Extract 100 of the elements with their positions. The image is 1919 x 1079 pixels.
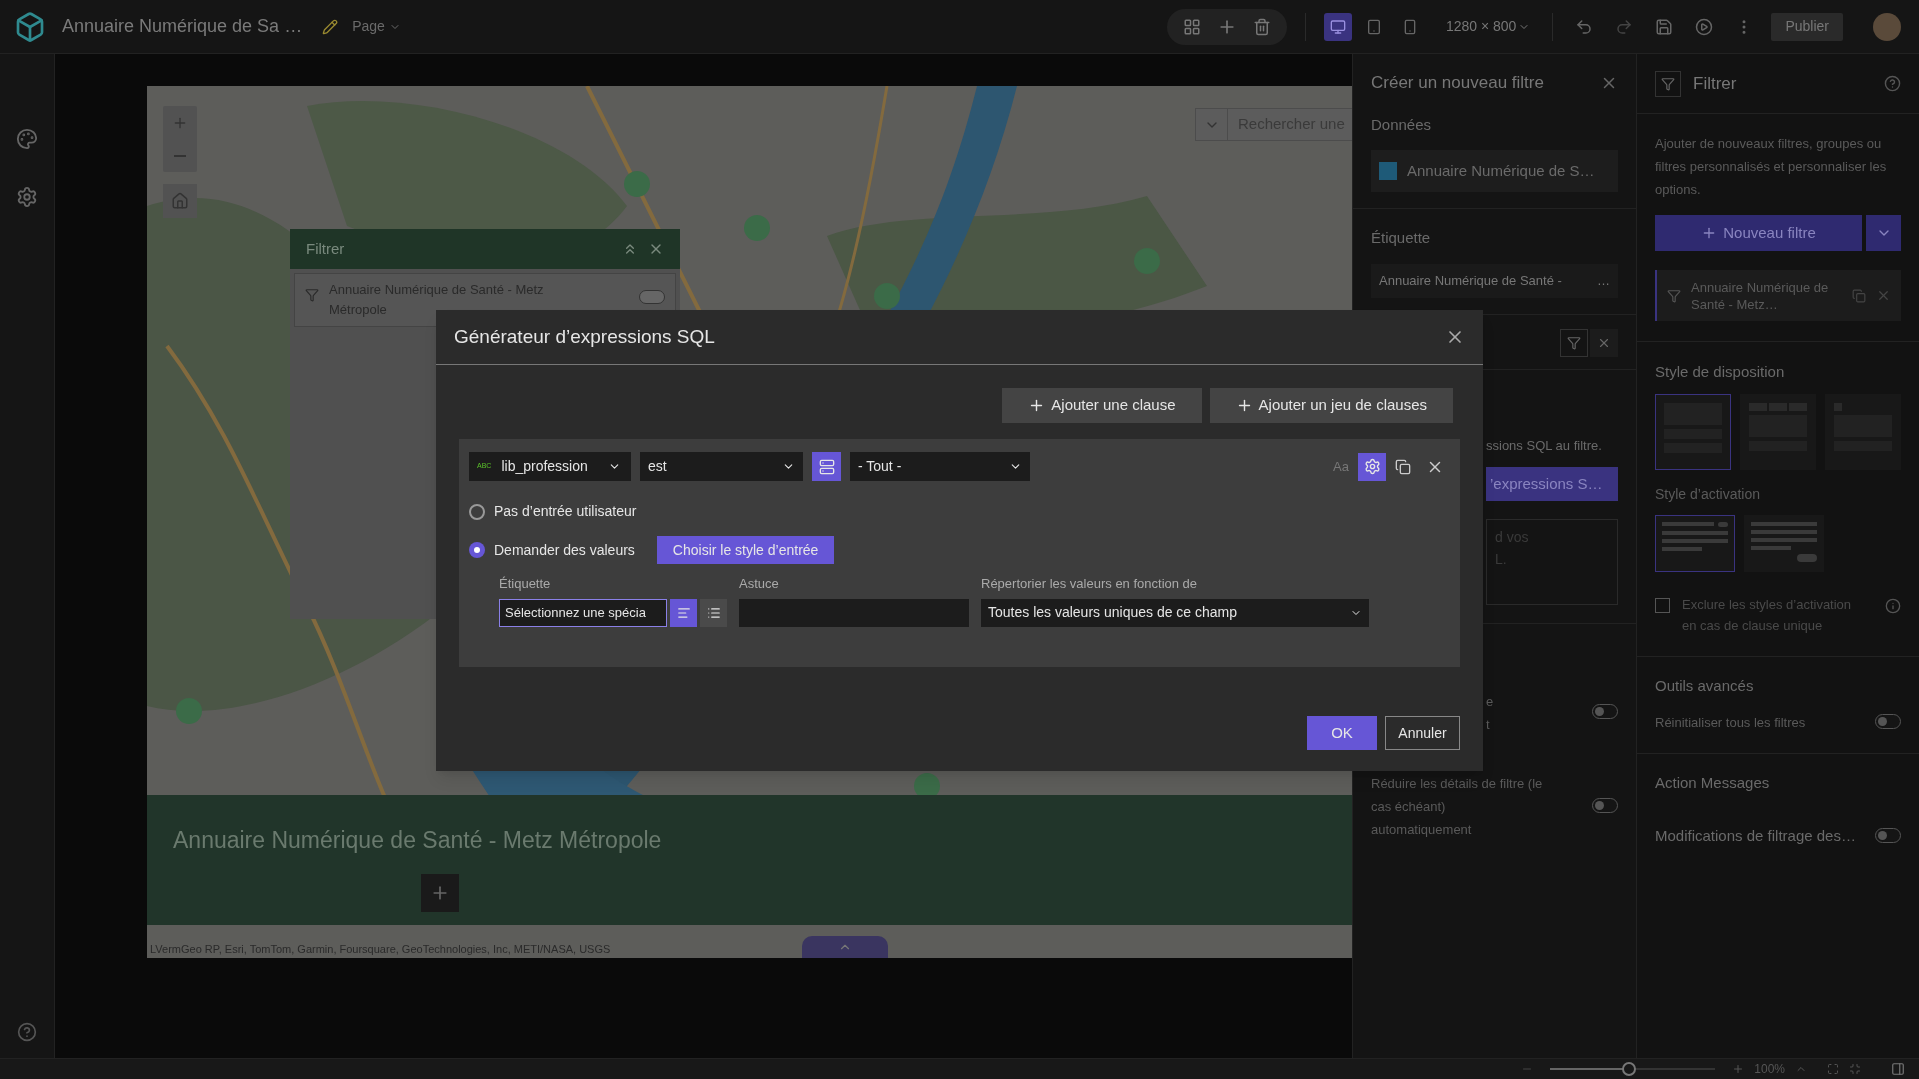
add-clause-button[interactable]: Ajouter une clause <box>1002 388 1202 423</box>
dropdown-button[interactable] <box>1866 215 1901 251</box>
value-select[interactable]: - Tout - <box>850 452 1030 481</box>
list-icon <box>706 605 721 620</box>
section-heading: Style de disposition <box>1654 362 1786 382</box>
fit-icon[interactable] <box>1827 1063 1839 1075</box>
operator-select[interactable]: est <box>640 452 803 481</box>
filter-label: Annuaire Numérique de Santé - Metz… <box>1691 278 1830 313</box>
toggle-label: t <box>1486 716 1491 734</box>
toggle-switch[interactable] <box>1592 797 1618 813</box>
field-label: Astuce <box>739 575 780 593</box>
cancel-button[interactable]: Annuler <box>1385 716 1460 750</box>
page-title: Annuaire Numérique de Santé - Metz Métropole <box>173 826 663 855</box>
radio-label: Pas d’entrée utilisateur <box>494 502 637 521</box>
label-field[interactable]: Annuaire Numérique de Santé - … <box>1371 263 1618 298</box>
funnel-icon <box>1661 76 1675 91</box>
undo-icon[interactable] <box>1575 17 1594 36</box>
input-style-button[interactable]: Choisir le style d’entrée <box>656 536 835 564</box>
checkbox[interactable] <box>1655 597 1670 613</box>
home-icon <box>171 192 189 210</box>
toggle-label: Réduire les détails de filtre (le <box>1371 775 1543 793</box>
radio-label: Demander des valeurs <box>494 540 635 560</box>
value-source-button[interactable] <box>812 452 841 481</box>
section-heading: Action Messages <box>1654 773 1771 793</box>
trash-icon[interactable] <box>1252 17 1271 36</box>
palette-icon[interactable] <box>16 128 38 150</box>
align-style-button[interactable] <box>670 598 697 627</box>
setting-label: Modifications de filtrage des… <box>1655 826 1856 847</box>
panel-title: Filtrer <box>1693 72 1737 95</box>
toggle-switch[interactable] <box>1875 714 1901 729</box>
play-icon[interactable] <box>1695 17 1714 36</box>
gear-icon <box>1363 458 1381 475</box>
page-menu[interactable]: Page <box>352 16 401 37</box>
add-button[interactable] <box>421 873 459 912</box>
section-label: Étiquette <box>1370 228 1432 248</box>
redo-icon[interactable] <box>1615 17 1634 36</box>
section-heading: Style d’activation <box>1654 484 1762 504</box>
toggle-switch[interactable] <box>1875 827 1901 843</box>
desktop-view-button[interactable] <box>1323 12 1352 41</box>
sql-builder-button[interactable]: ’expressions S… <box>1486 467 1618 501</box>
list-style-button[interactable] <box>700 598 727 627</box>
data-source-card[interactable]: Annuaire Numérique de S… <box>1371 150 1618 192</box>
field-label: Répertorier les valeurs en fonction de <box>981 575 1199 593</box>
publish-button[interactable]: Publier <box>1771 12 1843 41</box>
ok-button[interactable]: OK <box>1307 716 1377 750</box>
zoom-level: 100% <box>1754 1061 1785 1078</box>
layout-option[interactable] <box>1655 393 1731 470</box>
field-label: Étiquette <box>499 575 552 593</box>
hint-text: ssions SQL au filtre. <box>1486 436 1603 455</box>
activation-option[interactable] <box>1744 514 1824 572</box>
zoom-in-icon[interactable] <box>1732 1063 1745 1075</box>
slider-thumb[interactable] <box>1622 1062 1637 1076</box>
label-input[interactable]: Sélectionnez une spécia <box>499 598 667 627</box>
help-icon[interactable] <box>1884 75 1901 92</box>
filter-icon <box>305 288 319 302</box>
app-logo-icon <box>14 10 46 43</box>
radio-button[interactable] <box>469 542 485 558</box>
filter-button[interactable] <box>1560 328 1588 357</box>
list-values-select[interactable]: Toutes les valeurs uniques de ce champ <box>981 598 1369 627</box>
save-icon[interactable] <box>1655 17 1674 36</box>
panel-title: Créer un nouveau filtre <box>1371 72 1544 94</box>
expand-handle[interactable] <box>802 936 888 958</box>
edit-icon[interactable] <box>322 18 339 35</box>
add-clause-set-button[interactable]: Ajouter un jeu de clauses <box>1209 388 1453 423</box>
shrink-icon[interactable] <box>1849 1063 1861 1075</box>
settings-button[interactable] <box>1358 452 1386 481</box>
toggle-switch[interactable] <box>1592 704 1618 719</box>
filter-icon <box>1667 288 1681 303</box>
new-filter-button[interactable]: Nouveau filtre <box>1655 215 1862 251</box>
section-label: Données <box>1370 114 1433 135</box>
info-icon[interactable] <box>1885 597 1901 614</box>
help-icon[interactable] <box>17 1022 37 1042</box>
activation-option[interactable] <box>1655 514 1735 572</box>
section-heading: Outils avancés <box>1654 675 1755 696</box>
panel-icon[interactable] <box>1891 1062 1905 1076</box>
tablet-icon <box>1365 18 1382 35</box>
stack-icon <box>818 458 835 475</box>
toggle-label: e <box>1486 693 1494 711</box>
copy-icon[interactable] <box>1395 458 1411 475</box>
close-button[interactable] <box>1590 328 1618 357</box>
align-left-icon <box>676 605 691 620</box>
layer-icon <box>1379 162 1397 180</box>
case-sensitive-button[interactable]: Aa <box>1333 456 1349 477</box>
checkbox-label: Exclure les styles d’activation en cas de clause unique <box>1682 595 1852 635</box>
toggle-label: automatiquement <box>1371 821 1473 839</box>
dialog-title: Générateur d’expressions SQL <box>454 324 715 349</box>
avatar[interactable] <box>1873 12 1901 41</box>
setting-label: Réinitialiser tous les filtres <box>1655 714 1806 733</box>
panel-description: Ajouter de nouveaux filtres, groupes ou filtres personnalisés et personnaliser les options. <box>1654 135 1888 199</box>
resolution-menu[interactable]: 1280 × 800 <box>1445 16 1531 37</box>
filter-icon <box>1567 335 1581 350</box>
desktop-icon <box>1329 18 1346 35</box>
widget-title: Filtrer <box>306 238 345 259</box>
app-title: Annuaire Numérique de Sa … <box>62 15 303 38</box>
radio-button[interactable] <box>469 503 485 520</box>
hint-input[interactable] <box>739 598 969 627</box>
grid-icon[interactable] <box>1182 17 1201 36</box>
settings-icon[interactable] <box>16 186 38 208</box>
toggle-label: cas échéant) <box>1371 798 1447 816</box>
home-button[interactable] <box>163 184 197 218</box>
